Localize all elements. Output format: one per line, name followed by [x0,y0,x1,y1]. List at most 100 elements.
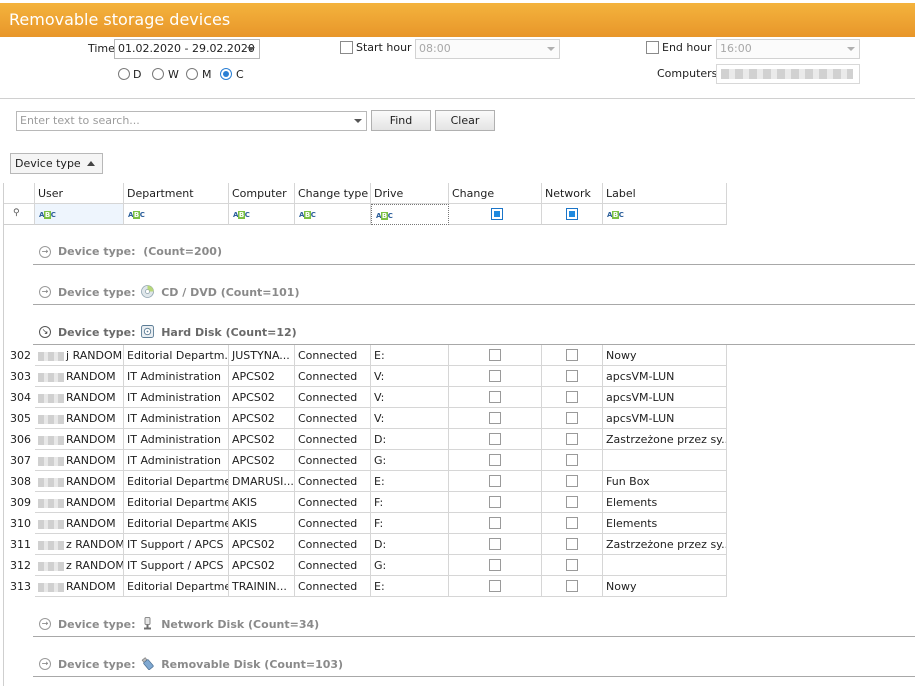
time-range-select[interactable]: 01.02.2020 - 29.02.2020 [114,39,260,59]
cell-user[interactable]: RANDOM [35,366,124,387]
column-header-network[interactable]: Network [542,183,603,204]
network-checkbox[interactable] [566,517,578,529]
clear-button[interactable]: Clear [435,110,495,131]
table-row[interactable]: 312 z RANDOM IT Support / APCS APCS02 Connec… [4,555,727,576]
cell-drive[interactable]: E: [371,471,449,492]
search-input[interactable]: Enter text to search... [16,111,367,131]
change-checkbox[interactable] [489,370,501,382]
network-checkbox[interactable] [566,454,578,466]
cell-change[interactable] [449,450,542,471]
table-row[interactable]: 304 RANDOM IT Administration APCS02 Connecte… [4,387,727,408]
cell-user[interactable]: RANDOM [35,471,124,492]
cell-computer[interactable]: APCS02 [229,366,295,387]
cell-computer[interactable]: TRAININ... [229,576,295,597]
cell-change[interactable] [449,492,542,513]
expand-icon[interactable]: → [39,658,51,670]
cell-label[interactable]: apcsVM-LUN [603,387,727,408]
cell-network[interactable] [542,492,603,513]
table-row[interactable]: 302 j RANDOM Editorial Departm... JUSTYNA..… [4,345,727,366]
cell-label[interactable] [603,555,727,576]
cell-computer[interactable]: APCS02 [229,555,295,576]
cell-network[interactable] [542,576,603,597]
cell-department[interactable]: IT Administration [124,408,229,429]
cell-department[interactable]: Editorial Department [124,576,229,597]
cell-label[interactable]: Nowy [603,576,727,597]
table-row[interactable]: 306 RANDOM IT Administration APCS02 Connecte… [4,429,727,450]
cell-computer[interactable]: APCS02 [229,534,295,555]
computers-select[interactable] [716,64,860,84]
cell-network[interactable] [542,366,603,387]
table-row[interactable]: 313 RANDOM Editorial DepartmentTRAININ...C… [4,576,727,597]
change-checkbox[interactable] [489,517,501,529]
cell-change-type[interactable]: Connected [295,366,371,387]
change-checkbox[interactable] [489,475,501,487]
cell-label[interactable] [603,450,727,471]
cell-user[interactable]: RANDOM [35,576,124,597]
cell-department[interactable]: IT Administration [124,450,229,471]
cell-change[interactable] [449,576,542,597]
cell-user[interactable]: RANDOM [35,492,124,513]
cell-user[interactable]: z RANDOM [35,555,124,576]
table-row[interactable]: 305 RANDOM IT Administration APCS02 Connecte… [4,408,727,429]
change-checkbox[interactable] [489,559,501,571]
network-checkbox[interactable] [566,391,578,403]
cell-computer[interactable]: APCS02 [229,387,295,408]
start-hour-checkbox[interactable] [340,41,353,54]
table-row[interactable]: 310 RANDOM Editorial DepartmentAKISConnect… [4,513,727,534]
column-header-drive[interactable]: Drive [371,183,449,204]
cell-network[interactable] [542,555,603,576]
expand-icon[interactable]: → [39,618,51,630]
cell-drive[interactable]: V: [371,387,449,408]
network-checkbox[interactable] [566,433,578,445]
filter-checkbox-network[interactable] [566,208,578,220]
network-checkbox[interactable] [566,580,578,592]
network-checkbox[interactable] [566,496,578,508]
network-checkbox[interactable] [566,559,578,571]
network-checkbox[interactable] [566,475,578,487]
cell-label[interactable]: Elements [603,492,727,513]
change-checkbox[interactable] [489,538,501,550]
column-header-change-type[interactable]: Change type [295,183,371,204]
filter-cell-computer[interactable]: ABC [229,204,295,225]
filter-cell-drive[interactable]: ABC [371,204,449,225]
cell-change-type[interactable]: Connected [295,345,371,366]
chevron-down-icon[interactable] [354,119,362,123]
filter-cell-network[interactable] [542,204,603,225]
cell-change-type[interactable]: Connected [295,534,371,555]
chevron-down-icon[interactable] [847,47,855,51]
sort-ascending-icon[interactable] [87,161,95,166]
cell-user[interactable]: RANDOM [35,387,124,408]
cell-drive[interactable]: D: [371,429,449,450]
cell-label[interactable]: Nowy [603,345,727,366]
cell-change[interactable] [449,345,542,366]
cell-user[interactable]: RANDOM [35,429,124,450]
radio-day[interactable] [118,68,130,80]
cell-department[interactable]: IT Administration [124,387,229,408]
group-row-hard-disk[interactable]: ↘ Device type: Hard Disk (Count=12) [33,305,915,345]
cell-drive[interactable]: V: [371,366,449,387]
cell-network[interactable] [542,471,603,492]
cell-department[interactable]: Editorial Departm... [124,345,229,366]
cell-label[interactable]: Fun Box [603,471,727,492]
cell-drive[interactable]: V: [371,408,449,429]
cell-user[interactable]: z RANDOM [35,534,124,555]
network-checkbox[interactable] [566,538,578,550]
group-row-removable-disk[interactable]: → Device type: Removable Disk (Count=103… [33,637,915,677]
end-hour-select[interactable]: 16:00 [716,39,860,59]
cell-change-type[interactable]: Connected [295,492,371,513]
table-row[interactable]: 311 z RANDOM IT Support / APCS APCS02 Connec… [4,534,727,555]
cell-department[interactable]: Editorial Department [124,513,229,534]
filter-cell-user[interactable]: ABC [35,204,124,225]
expand-icon[interactable]: → [39,286,51,298]
cell-user[interactable]: RANDOM [35,450,124,471]
filter-cell-change[interactable] [449,204,542,225]
cell-change[interactable] [449,534,542,555]
cell-network[interactable] [542,450,603,471]
cell-drive[interactable]: E: [371,576,449,597]
change-checkbox[interactable] [489,454,501,466]
cell-computer[interactable]: APCS02 [229,429,295,450]
cell-department[interactable]: Editorial Department [124,492,229,513]
change-checkbox[interactable] [489,391,501,403]
radio-custom[interactable] [220,68,232,80]
cell-computer[interactable]: APCS02 [229,450,295,471]
